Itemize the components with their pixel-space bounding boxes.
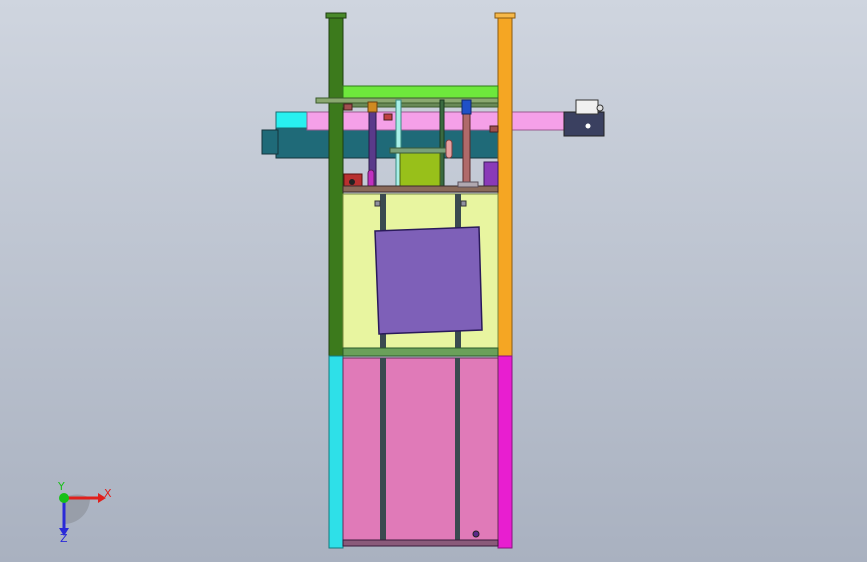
- left-column-base: [328, 355, 344, 549]
- actuator-knob: [349, 179, 355, 185]
- lower-panel-post-right: [455, 358, 460, 544]
- guide-rod-right-cap: [461, 99, 472, 115]
- lower-panel: [342, 357, 499, 545]
- right-column-upper: [497, 17, 513, 357]
- top-beam: [342, 85, 499, 99]
- triad-y-axis-dot: [59, 493, 69, 503]
- conveyor-right-bolt: [596, 104, 604, 112]
- conveyor-end-cap-left: [261, 129, 279, 155]
- cad-model-view[interactable]: X Y Z: [0, 0, 867, 562]
- pink-pin: [445, 139, 453, 159]
- top-rail-bottom: [342, 102, 499, 108]
- triad-x-label: X: [104, 487, 112, 500]
- lower-panel-assembly[interactable]: [342, 357, 499, 547]
- conveyor-pink-belt: [306, 111, 566, 131]
- guide-rod-right: [462, 111, 471, 187]
- right-column-base: [497, 355, 513, 549]
- small-bracket-top: [383, 113, 393, 121]
- left-column-cap: [325, 12, 347, 19]
- olive-block: [399, 151, 441, 189]
- conveyor-motor-icon: [585, 123, 591, 129]
- lower-panel-bolt: [472, 530, 480, 538]
- guide-rod-left-cap: [367, 101, 378, 113]
- triad-z-label: Z: [60, 532, 68, 545]
- guide-rod-dark: [439, 99, 445, 189]
- left-column-upper: [328, 17, 344, 357]
- purple-block: [483, 161, 499, 189]
- purple-plate: [374, 226, 483, 335]
- conveyor-right-cap: [575, 99, 599, 115]
- triad-y-label: Y: [57, 480, 65, 493]
- cad-viewport[interactable]: X Y Z: [0, 0, 867, 562]
- mid-panel-divider: [342, 347, 499, 357]
- small-bracket-right: [489, 125, 499, 133]
- mechanism-tray-base: [457, 181, 479, 188]
- conveyor-cyan-block: [275, 111, 309, 129]
- conveyor-right-housing: [563, 111, 605, 137]
- small-bracket-left: [343, 103, 353, 111]
- lower-panel-post-left: [380, 358, 386, 544]
- cross-bar: [389, 147, 447, 154]
- mid-panel-assembly[interactable]: [342, 193, 499, 357]
- mid-panel-bolt-right: [460, 200, 467, 207]
- right-column-cap: [494, 12, 516, 19]
- lower-panel-foot: [342, 539, 499, 547]
- mid-panel-bolt-left: [374, 200, 381, 207]
